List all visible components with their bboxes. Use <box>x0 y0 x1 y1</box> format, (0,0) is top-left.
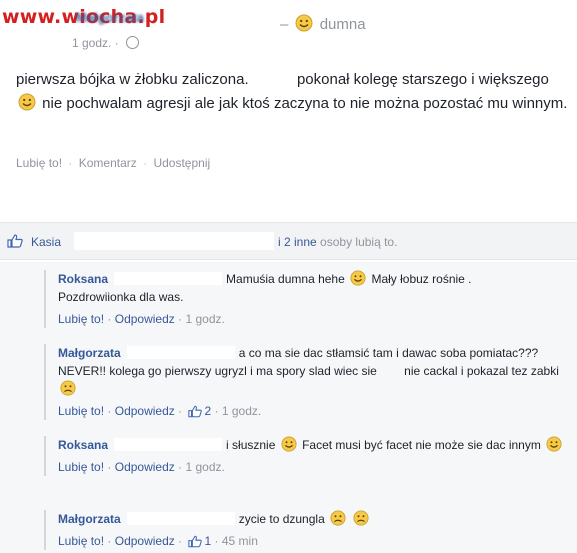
comment-actions: Lubię to! · Odpowiedz · 1 godz. <box>58 458 577 476</box>
action-sep: · <box>143 156 148 170</box>
redaction <box>74 232 274 250</box>
comment-reply-button[interactable]: Odpowiedz <box>115 460 175 474</box>
comment-time[interactable]: 1 godz. <box>222 404 261 418</box>
likes-suffix: osoby lubią to. <box>320 235 398 249</box>
action-sep: · <box>178 534 183 548</box>
comment-reply-button[interactable]: Odpowiedz <box>115 534 175 548</box>
redaction <box>126 346 235 359</box>
comment-reply-button[interactable]: Odpowiedz <box>115 312 175 326</box>
likes-bar: Kasia i 2 inne osoby lubią to. <box>0 222 577 260</box>
post-text: pierwsza bójka w żłobku zaliczona. pokon… <box>16 68 568 116</box>
action-sep: · <box>107 534 112 548</box>
post-text-part3: nie pochwalam agresji ale jak ktoś zaczy… <box>42 95 568 112</box>
smiley-icon <box>546 436 562 452</box>
post-text-part1: pierwsza bójka w żłobku zaliczona. <box>16 71 249 88</box>
comment-text: Mały łobuz rośnie . <box>371 272 472 286</box>
smiley-icon <box>18 93 36 111</box>
comment-like-button[interactable]: Lubię to! <box>58 460 104 474</box>
feeling-text: dumna <box>319 16 366 33</box>
post-timestamp[interactable]: 1 godz. · <box>72 36 140 50</box>
comment-text: Facet musi być facet nie może sie dac in… <box>302 438 541 452</box>
comment: Roksana i słusznie Facet musi być facet n… <box>44 436 577 476</box>
comment: Roksana Mamuśia dumna hehe Mały łobuz roś… <box>44 270 577 328</box>
smiley-icon <box>281 436 297 452</box>
sad-face-icon <box>353 510 369 526</box>
comment-time[interactable]: 1 godz. <box>185 312 224 326</box>
smiley-icon <box>350 270 366 286</box>
action-sep: · <box>68 156 73 170</box>
feeling-dash: – <box>280 16 289 33</box>
action-sep: · <box>178 460 183 474</box>
time-sep: · <box>114 36 119 50</box>
action-sep: · <box>178 312 183 326</box>
post-header: Małgorzata – dumna 1 godz. · <box>72 6 572 56</box>
action-sep: · <box>107 312 112 326</box>
action-sep: · <box>178 404 183 418</box>
action-sep: · <box>214 404 219 418</box>
liker-name[interactable]: Kasia <box>31 235 61 249</box>
share-button[interactable]: Udostępnij <box>153 156 210 170</box>
comment-like-button[interactable]: Lubię to! <box>58 312 104 326</box>
post-actions: Lubię to! · Komentarz · Udostępnij <box>16 156 210 170</box>
comment-like-button[interactable]: Lubię to! <box>58 404 104 418</box>
comment-like-button[interactable]: Lubię to! <box>58 534 104 548</box>
comment-author[interactable]: Małgorzata <box>58 346 121 360</box>
comment-text: Mamuśia dumna hehe <box>226 272 345 286</box>
post-text-part2: pokonał kolegę starszego i większego <box>296 71 549 88</box>
comment-actions: Lubię to! · Odpowiedz · 1 · 45 min <box>58 532 577 550</box>
action-sep: · <box>214 534 219 548</box>
feeling-label: – dumna <box>280 14 366 33</box>
comment-author[interactable]: Roksana <box>58 438 108 452</box>
smiley-icon <box>295 14 313 32</box>
like-button[interactable]: Lubię to! <box>16 156 62 170</box>
thumbs-up-icon[interactable] <box>188 405 203 418</box>
likes-others-count[interactable]: i 2 inne <box>278 235 317 249</box>
likes-others[interactable]: i 2 inne osoby lubią to. <box>278 235 397 249</box>
globe-icon[interactable] <box>126 36 140 49</box>
sad-face-icon <box>330 510 346 526</box>
post-author-name[interactable]: Małgorzata <box>76 10 144 25</box>
comment-text: Pozdrowiionka dla was. <box>58 290 184 304</box>
redaction <box>126 512 235 525</box>
comment-like-count[interactable]: 1 <box>204 534 211 548</box>
redaction <box>114 272 223 285</box>
action-sep: · <box>107 404 112 418</box>
comment-time[interactable]: 1 godz. <box>185 460 224 474</box>
redaction <box>114 438 223 451</box>
post-time[interactable]: 1 godz. <box>72 36 111 50</box>
comment-text: nie cackal i pokazal tez zabki <box>404 364 559 378</box>
comment-like-count[interactable]: 2 <box>204 404 211 418</box>
comments-section: Roksana Mamuśia dumna hehe Mały łobuz roś… <box>0 262 577 553</box>
comment-button[interactable]: Komentarz <box>79 156 137 170</box>
comment-author[interactable]: Małgorzata <box>58 512 121 526</box>
comment-text: zycie to dzungla <box>238 512 325 526</box>
comment-text: i słusznie <box>226 438 276 452</box>
comment-time[interactable]: 45 min <box>222 534 258 548</box>
thumbs-up-icon <box>7 234 23 248</box>
comment-actions: Lubię to! · Odpowiedz · 1 godz. <box>58 310 577 328</box>
thumbs-up-icon[interactable] <box>188 535 203 548</box>
comment: Małgorzata zycie to dzungla Lubię to! · O… <box>44 510 577 550</box>
comment-actions: Lubię to! · Odpowiedz · 2 · 1 godz. <box>58 402 577 420</box>
sad-face-icon <box>60 380 76 396</box>
comment: Małgorzata a co ma sie dac stłamsić tam i… <box>44 344 577 420</box>
comment-author[interactable]: Roksana <box>58 272 108 286</box>
action-sep: · <box>107 460 112 474</box>
comment-reply-button[interactable]: Odpowiedz <box>115 404 175 418</box>
